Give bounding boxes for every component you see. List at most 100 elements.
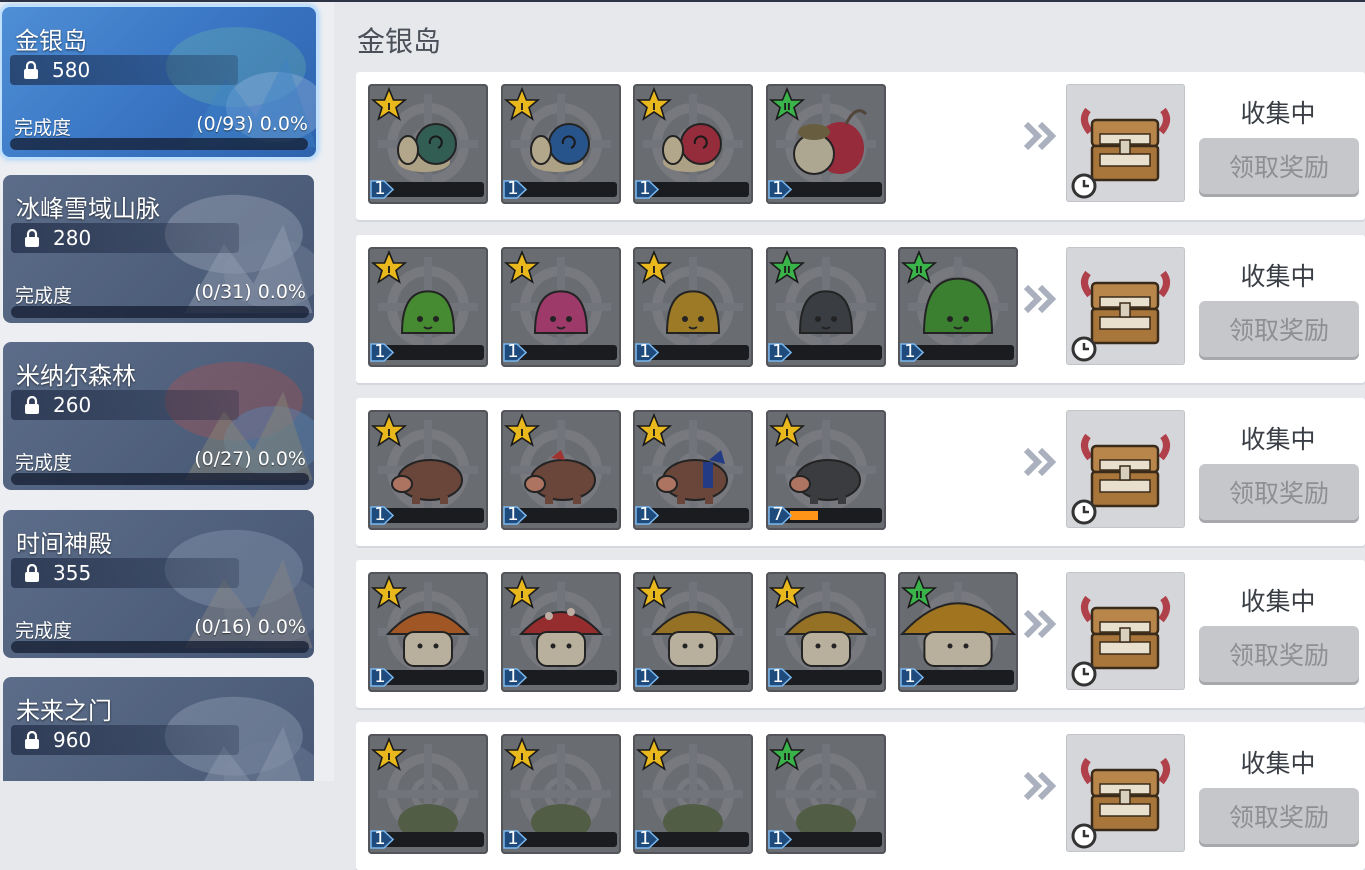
level-number: 1 (374, 178, 386, 199)
double-chevron-icon (1023, 284, 1057, 314)
level-number: 1 (772, 341, 784, 362)
rank-star-icon: I (504, 87, 540, 121)
region-card-4[interactable]: 未来之门 960 完成度 (0/93) 0.0% (3, 677, 314, 781)
reward-chest-box[interactable] (1066, 247, 1185, 365)
collection-status: 收集中 (1240, 425, 1316, 454)
level-number: 1 (772, 178, 784, 199)
rank-star-icon: I (371, 87, 407, 121)
level-number: 1 (374, 504, 386, 525)
level-number: 1 (507, 178, 519, 199)
monster-card-orange-mushroom[interactable]: I 1 (368, 572, 488, 692)
collection-status: 收集中 (1240, 749, 1316, 778)
level-number: 1 (639, 341, 651, 362)
region-card-0[interactable]: 金银岛 580 完成度 (0/93) 0.0% (2, 7, 316, 157)
rank-star-icon: I (504, 413, 540, 447)
clock-icon (1071, 499, 1097, 525)
level-number: 1 (639, 504, 651, 525)
rank-star-icon: I (371, 250, 407, 284)
svg-text:I: I (652, 752, 656, 763)
svg-text:I: I (520, 428, 524, 439)
monster-card-monster-a[interactable]: I 1 (368, 734, 488, 854)
monster-card-king-slime[interactable]: II 1 (898, 247, 1018, 367)
completion-progress-bar (11, 306, 309, 318)
region-name: 米纳尔森林 (16, 362, 136, 390)
reward-chest-box[interactable] (1066, 84, 1185, 202)
region-points-bar: 960 (11, 725, 239, 755)
level-number: 1 (507, 666, 519, 687)
svg-text:I: I (652, 265, 656, 276)
region-name: 金银岛 (15, 27, 87, 55)
monster-card-mano[interactable]: II 1 (766, 84, 886, 204)
level-number: 1 (374, 341, 386, 362)
monster-card-pink-slime[interactable]: I 1 (501, 247, 621, 367)
rank-star-icon: I (504, 250, 540, 284)
page-title: 金银岛 (357, 25, 442, 58)
rank-star-icon: II (769, 87, 805, 121)
monster-card-red-snail[interactable]: I 1 (633, 84, 753, 204)
clock-icon (1071, 823, 1097, 849)
region-sidebar[interactable]: 金银岛 580 完成度 (0/93) 0.0% 冰峰雪域山脉 280 完成度 (… (0, 2, 334, 781)
svg-text:I: I (387, 265, 391, 276)
monster-card-blue-ribbon-pig[interactable]: I 1 (633, 410, 753, 530)
reward-chest-box[interactable] (1066, 572, 1185, 690)
level-number: 1 (639, 666, 651, 687)
region-card-2[interactable]: 米纳尔森林 260 完成度 (0/27) 0.0% (3, 342, 314, 490)
clock-icon (1071, 173, 1097, 199)
rank-star-icon: II (769, 737, 805, 771)
claim-reward-button[interactable]: 领取奖励 (1199, 464, 1359, 520)
region-points: 355 (53, 561, 92, 585)
region-card-1[interactable]: 冰峰雪域山脉 280 完成度 (0/31) 0.0% (3, 175, 314, 323)
reward-chest-box[interactable] (1066, 734, 1185, 852)
monster-card-yellow-slime[interactable]: I 1 (633, 247, 753, 367)
reward-chest-box[interactable] (1066, 410, 1185, 528)
svg-text:I: I (520, 102, 524, 113)
monster-card-red-spotted-mushroom[interactable]: I 1 (501, 572, 621, 692)
svg-text:II: II (915, 265, 922, 276)
collection-row: I 1 I (356, 398, 1365, 546)
rank-star-icon: I (636, 87, 672, 121)
rank-star-icon: I (636, 737, 672, 771)
rank-star-icon: II (901, 250, 937, 284)
claim-reward-button[interactable]: 领取奖励 (1199, 301, 1359, 357)
monster-card-monster-c[interactable]: I 1 (633, 734, 753, 854)
monster-card-ribbon-pig[interactable]: I 1 (501, 410, 621, 530)
monster-card-horny-mushroom[interactable]: I 1 (633, 572, 753, 692)
monster-card-shell-snail[interactable]: I 1 (501, 84, 621, 204)
completion-label: 完成度 (15, 285, 73, 307)
monster-card-iron-hog[interactable]: I 7 (766, 410, 886, 530)
svg-text:I: I (785, 428, 789, 439)
monster-card-monster-b[interactable]: I 1 (501, 734, 621, 854)
collection-row: I 1 I 1 I 1 II 1 收集中 领取奖励 (356, 722, 1365, 870)
completion-progress-bar (11, 641, 309, 653)
collection-status: 收集中 (1240, 99, 1316, 128)
rank-star-icon: II (901, 575, 937, 609)
region-card-3[interactable]: 时间神殿 355 完成度 (0/16) 0.0% (3, 510, 314, 658)
claim-reward-button[interactable]: 领取奖励 (1199, 138, 1359, 194)
monster-card-monster-d[interactable]: II 1 (766, 734, 886, 854)
rank-star-icon: I (371, 575, 407, 609)
collection-status: 收集中 (1240, 587, 1316, 616)
monster-card-mushmom[interactable]: II 1 (898, 572, 1018, 692)
rank-star-icon: I (636, 575, 672, 609)
double-chevron-icon (1023, 609, 1057, 639)
svg-text:I: I (785, 590, 789, 601)
monster-card-green-slime[interactable]: I 1 (368, 247, 488, 367)
region-points-bar: 260 (11, 390, 239, 420)
claim-reward-button[interactable]: 领取奖励 (1199, 788, 1359, 844)
svg-text:I: I (387, 102, 391, 113)
svg-text:I: I (387, 590, 391, 601)
monster-card-dark-slime[interactable]: II 1 (766, 247, 886, 367)
lock-icon (25, 731, 39, 749)
claim-reward-button[interactable]: 领取奖励 (1199, 626, 1359, 682)
monster-card-sleepy-mushroom[interactable]: I 1 (766, 572, 886, 692)
lock-icon (25, 564, 39, 582)
completion-label: 完成度 (15, 452, 73, 474)
level-number: 1 (904, 341, 916, 362)
monster-card-pig[interactable]: I 1 (368, 410, 488, 530)
svg-text:I: I (387, 752, 391, 763)
monster-card-blue-snail[interactable]: I 1 (368, 84, 488, 204)
region-points-bar: 280 (11, 223, 239, 253)
level-number: 1 (904, 666, 916, 687)
level-number: 1 (772, 666, 784, 687)
svg-text:I: I (652, 428, 656, 439)
